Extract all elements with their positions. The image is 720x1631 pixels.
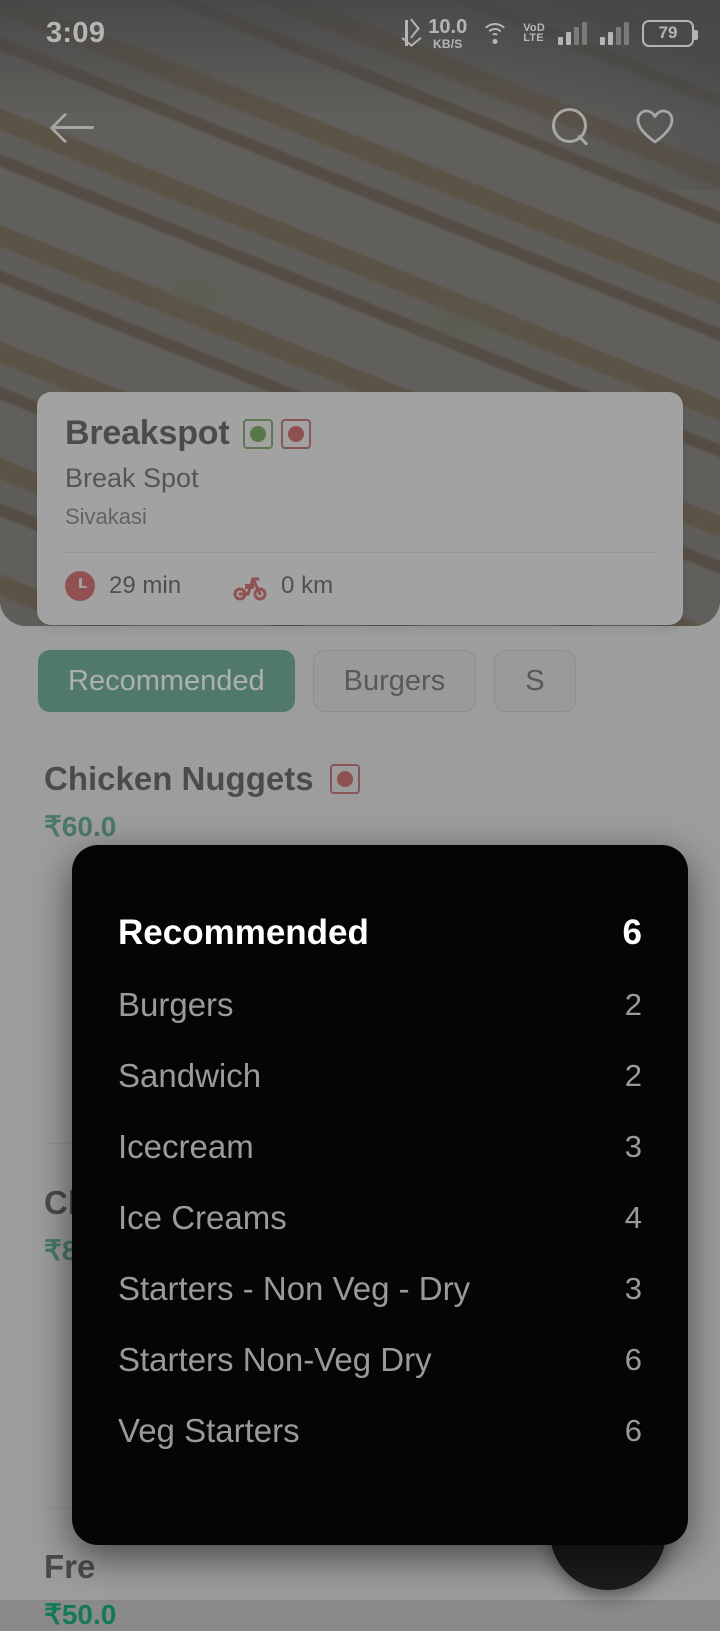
category-label: Starters Non-Veg Dry — [118, 1341, 432, 1378]
category-label: Starters - Non Veg - Dry — [118, 1270, 471, 1307]
sheet-row-burgers[interactable]: Burgers 2 — [118, 970, 642, 1041]
category-label: Ice Creams — [118, 1199, 287, 1236]
category-count: 2 — [624, 987, 642, 1022]
category-count: 4 — [624, 1200, 642, 1235]
sheet-row-starters-nonveg-dry[interactable]: Starters Non-Veg Dry 6 — [118, 1325, 642, 1396]
sheet-row-veg-starters[interactable]: Veg Starters 6 — [118, 1396, 642, 1467]
sheet-row-ice-creams[interactable]: Ice Creams 4 — [118, 1183, 642, 1254]
category-label: Burgers — [118, 986, 234, 1023]
category-label: Icecream — [118, 1128, 254, 1165]
category-count: 2 — [624, 1058, 642, 1093]
sheet-row-starters-non-veg-dry[interactable]: Starters - Non Veg - Dry 3 — [118, 1254, 642, 1325]
sheet-row-recommended[interactable]: Recommended 6 — [118, 897, 642, 970]
category-jump-sheet: Recommended 6 Burgers 2 Sandwich 2 Icecr… — [72, 845, 688, 1545]
sheet-row-icecream[interactable]: Icecream 3 — [118, 1112, 642, 1183]
menu-item-price: ₹50.0 — [44, 1599, 117, 1630]
category-count: 3 — [624, 1129, 642, 1164]
category-label: Recommended — [118, 913, 369, 952]
category-count: 6 — [624, 1342, 642, 1377]
sheet-row-sandwich[interactable]: Sandwich 2 — [118, 1041, 642, 1112]
category-count: 6 — [624, 1413, 642, 1448]
category-count: 6 — [622, 913, 642, 952]
category-label: Sandwich — [118, 1057, 262, 1094]
category-count: 3 — [624, 1271, 642, 1306]
category-label: Veg Starters — [118, 1412, 300, 1449]
